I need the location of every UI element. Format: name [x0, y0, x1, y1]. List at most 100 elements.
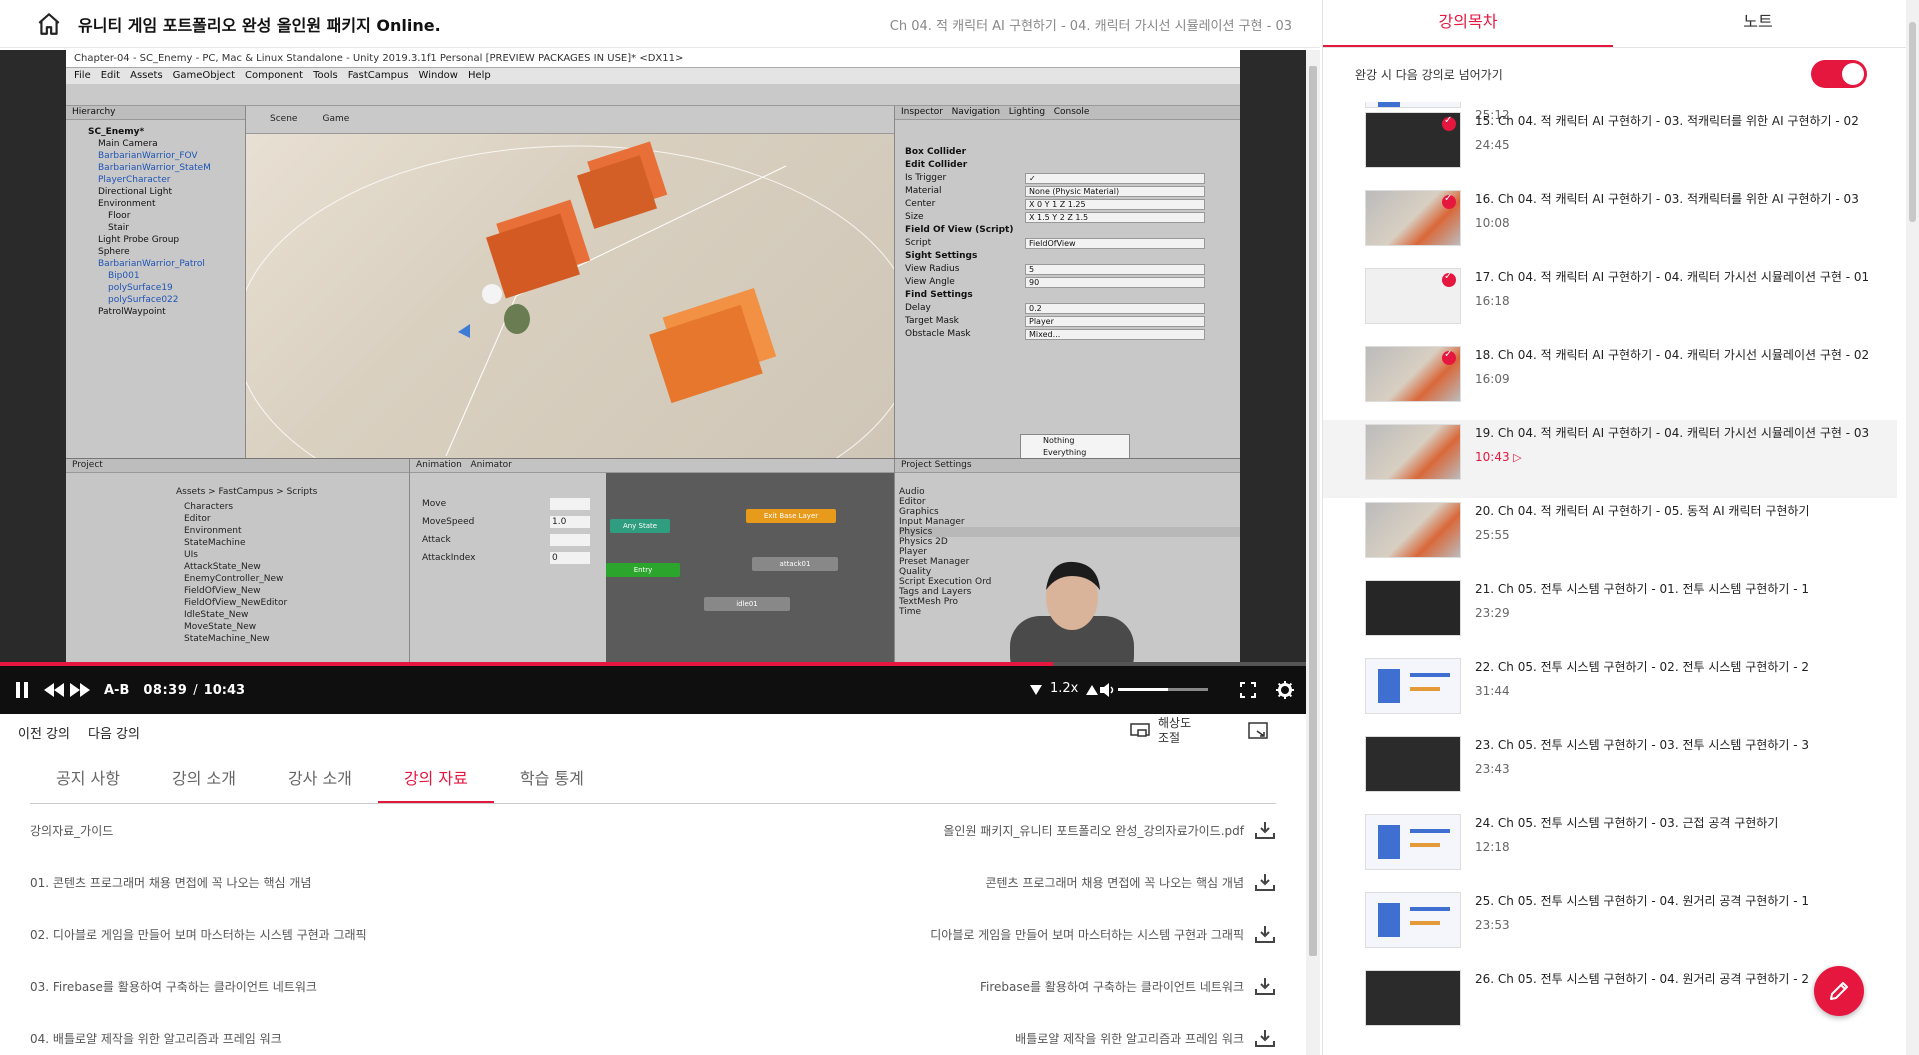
settings-item: Input Manager [899, 517, 965, 527]
inspector-tabs: Inspector Navigation Lighting Console [895, 106, 1240, 120]
lecture-item[interactable]: 24. Ch 05. 전투 시스템 구현하기 - 03. 근접 공격 구현하기 1… [1323, 810, 1897, 888]
material-title: 강의자료_가이드 [30, 823, 114, 838]
inspector-row-value: None (Physic Material) [1025, 186, 1205, 197]
animator-parameter-value: 0 [550, 552, 590, 564]
lecture-info: 19. Ch 04. 적 캐릭터 AI 구현하기 - 04. 캐릭터 가시선 시… [1475, 424, 1879, 498]
material-file-name[interactable]: 디아블로 게임을 만들어 보며 마스터하는 시스템 구현과 그래픽 [930, 926, 1244, 943]
unity-menu-item: Help [467, 70, 491, 81]
project-file: UIs [184, 550, 198, 560]
video-player[interactable]: Chapter-04 - SC_Enemy - PC, Mac & Linux … [0, 50, 1306, 714]
ab-repeat-button[interactable]: A-B [104, 683, 129, 698]
project-file-list: Characters Editor Environment StateMachine U… [184, 501, 409, 645]
download-icon[interactable] [1254, 924, 1276, 944]
animator-parameter-name: MoveSpeed [422, 517, 475, 527]
home-icon[interactable] [36, 11, 62, 37]
tab-0[interactable]: 공지 사항 [30, 756, 146, 803]
lecture-title: 16. Ch 04. 적 캐릭터 AI 구현하기 - 03. 적캐릭터를 위한 … [1475, 192, 1859, 206]
main-scrollbar[interactable] [1306, 50, 1320, 1055]
lecture-item[interactable]: 22. Ch 05. 전투 시스템 구현하기 - 02. 전투 시스템 구현하기… [1323, 654, 1897, 732]
tab-3[interactable]: 강의 자료 [377, 756, 494, 803]
quality-control[interactable]: 해상도 조절 [1130, 716, 1194, 746]
settings-item: Audio [899, 487, 925, 497]
inspector-rows: Box Collider Edit Collider Is Trigger ✓ Mate… [895, 120, 1240, 341]
lecture-item[interactable]: 18. Ch 04. 적 캐릭터 AI 구현하기 - 04. 캐릭터 가시선 시… [1323, 342, 1897, 420]
material-file-name[interactable]: 배틀로얄 제작을 위한 알고리즘과 프레임 워크 [1015, 1030, 1244, 1047]
animator-parameter: Attack [410, 531, 606, 549]
lecture-item[interactable]: 16. Ch 04. 적 캐릭터 AI 구현하기 - 03. 적캐릭터를 위한 … [1323, 186, 1897, 264]
lecture-info: 23. Ch 05. 전투 시스템 구현하기 - 03. 전투 시스템 구현하기… [1475, 736, 1879, 810]
thumbnail-shape [1378, 903, 1400, 937]
lecture-item[interactable]: 26. Ch 05. 전투 시스템 구현하기 - 04. 원거리 공격 구현하기… [1323, 966, 1897, 1044]
thumbnail-shape [1410, 673, 1450, 677]
sidebar-scrollbar-thumb[interactable] [1909, 22, 1916, 222]
lecture-item[interactable]: 20. Ch 04. 적 캐릭터 AI 구현하기 - 05. 동적 AI 캐릭터… [1323, 498, 1897, 576]
lecture-item[interactable]: 15. Ch 04. 적 캐릭터 AI 구현하기 - 03. 적캐릭터를 위한 … [1323, 108, 1897, 186]
note-edit-button[interactable] [1814, 966, 1864, 1016]
unity-menu-item: Window [418, 70, 458, 81]
completed-check-icon [1442, 349, 1456, 365]
sidebar-scrollbar[interactable] [1906, 0, 1919, 1055]
material-file-name[interactable]: 콘텐츠 프로그래머 채용 면접에 꼭 나오는 핵심 개념 [985, 874, 1244, 891]
next-lesson-button[interactable]: 다음 강의 [88, 723, 140, 742]
tab-4[interactable]: 학습 통계 [494, 756, 610, 803]
lecture-thumbnail [1365, 814, 1461, 870]
inspector-row-value: 0.2 [1025, 303, 1205, 314]
pencil-icon [1830, 982, 1848, 1000]
download-icon[interactable] [1254, 820, 1276, 840]
lecture-title: 18. Ch 04. 적 캐릭터 AI 구현하기 - 04. 캐릭터 가시선 시… [1475, 348, 1870, 362]
inspector-row-value: 5 [1025, 264, 1205, 275]
lecture-title: 24. Ch 05. 전투 시스템 구현하기 - 03. 근접 공격 구현하기 [1475, 816, 1779, 830]
rewind-icon[interactable] [44, 683, 64, 697]
material-title: 01. 콘텐츠 프로그래머 채용 면접에 꼭 나오는 핵심 개념 [30, 875, 312, 890]
tab-1[interactable]: 강의 소개 [146, 756, 262, 803]
lecture-item[interactable]: 23. Ch 05. 전투 시스템 구현하기 - 03. 전투 시스템 구현하기… [1323, 732, 1897, 810]
speed-down-icon[interactable] [1030, 685, 1042, 695]
animator-parameter-value [550, 534, 590, 546]
thumbnail-shape [1410, 829, 1450, 833]
download-icon[interactable] [1254, 1028, 1276, 1048]
hierarchy-item: Light Probe Group [98, 235, 180, 245]
prev-lesson-button[interactable]: 이전 강의 [18, 723, 70, 742]
main-scrollbar-thumb[interactable] [1309, 66, 1317, 956]
animator-parameters: Move MoveSpeed 1.0 Attack AttackIndex 0 [410, 473, 606, 667]
pause-icon[interactable] [14, 681, 30, 699]
unity-menu-item: FastCampus [347, 70, 409, 81]
lecture-duration: 16:18 [1475, 294, 1510, 308]
lecture-item[interactable]: 25. Ch 05. 전투 시스템 구현하기 - 04. 원거리 공격 구현하기… [1323, 888, 1897, 966]
popout-icon[interactable] [1248, 722, 1268, 740]
tab-notes[interactable]: 노트 [1613, 0, 1903, 47]
settings-gear-icon[interactable] [1276, 681, 1294, 699]
project-file: FieldOfView_New [184, 586, 261, 596]
lecture-item[interactable]: 21. Ch 05. 전투 시스템 구현하기 - 01. 전투 시스템 구현하기… [1323, 576, 1897, 654]
volume-slider[interactable] [1118, 688, 1208, 691]
material-download: 배틀로얄 제작을 위한 알고리즘과 프레임 워크 [1015, 1028, 1276, 1048]
speed-up-icon[interactable] [1086, 685, 1098, 695]
inspector-row-label: Script [905, 238, 932, 248]
lecture-item[interactable]: 17. Ch 04. 적 캐릭터 AI 구현하기 - 04. 캐릭터 가시선 시… [1323, 264, 1897, 342]
lecture-thumbnail [1365, 346, 1461, 402]
material-row: 강의자료_가이드 올인원 패키지_유니티 포트폴리오 완성_강의자료가이드.pdf [30, 804, 1276, 856]
project-file: EnemyController_New [184, 574, 284, 584]
material-file-name[interactable]: 올인원 패키지_유니티 포트폴리오 완성_강의자료가이드.pdf [943, 822, 1244, 839]
volume-icon[interactable] [1100, 683, 1116, 697]
material-download: 디아블로 게임을 만들어 보며 마스터하는 시스템 구현과 그래픽 [930, 924, 1276, 944]
inspector-row: Obstacle Mask Mixed... [895, 328, 1240, 341]
download-icon[interactable] [1254, 872, 1276, 892]
inspector-row-label: View Radius [905, 264, 960, 274]
lecture-info: 20. Ch 04. 적 캐릭터 AI 구현하기 - 05. 동적 AI 캐릭터… [1475, 502, 1879, 576]
fast-forward-icon[interactable] [70, 683, 90, 697]
lecture-title: 21. Ch 05. 전투 시스템 구현하기 - 01. 전투 시스템 구현하기… [1475, 582, 1810, 596]
project-file: StateMachine_New [184, 634, 270, 644]
download-icon[interactable] [1254, 976, 1276, 996]
tab-2[interactable]: 강사 소개 [262, 756, 378, 803]
animator-parameter: MoveSpeed 1.0 [410, 513, 606, 531]
lecture-item[interactable]: 19. Ch 04. 적 캐릭터 AI 구현하기 - 04. 캐릭터 가시선 시… [1323, 420, 1897, 498]
fullscreen-icon[interactable] [1240, 682, 1256, 698]
lecture-thumbnail [1365, 190, 1461, 246]
lecture-thumbnail [1365, 502, 1461, 558]
material-file-name[interactable]: Firebase를 활용하여 구축하는 클라이언트 네트워크 [980, 978, 1244, 995]
tab-toc[interactable]: 강의목차 [1323, 0, 1613, 47]
autoplay-toggle[interactable] [1811, 60, 1867, 88]
unity-inspector-panel: Inspector Navigation Lighting Console Bo… [894, 106, 1240, 458]
hierarchy-item: polySurface19 [108, 283, 173, 293]
